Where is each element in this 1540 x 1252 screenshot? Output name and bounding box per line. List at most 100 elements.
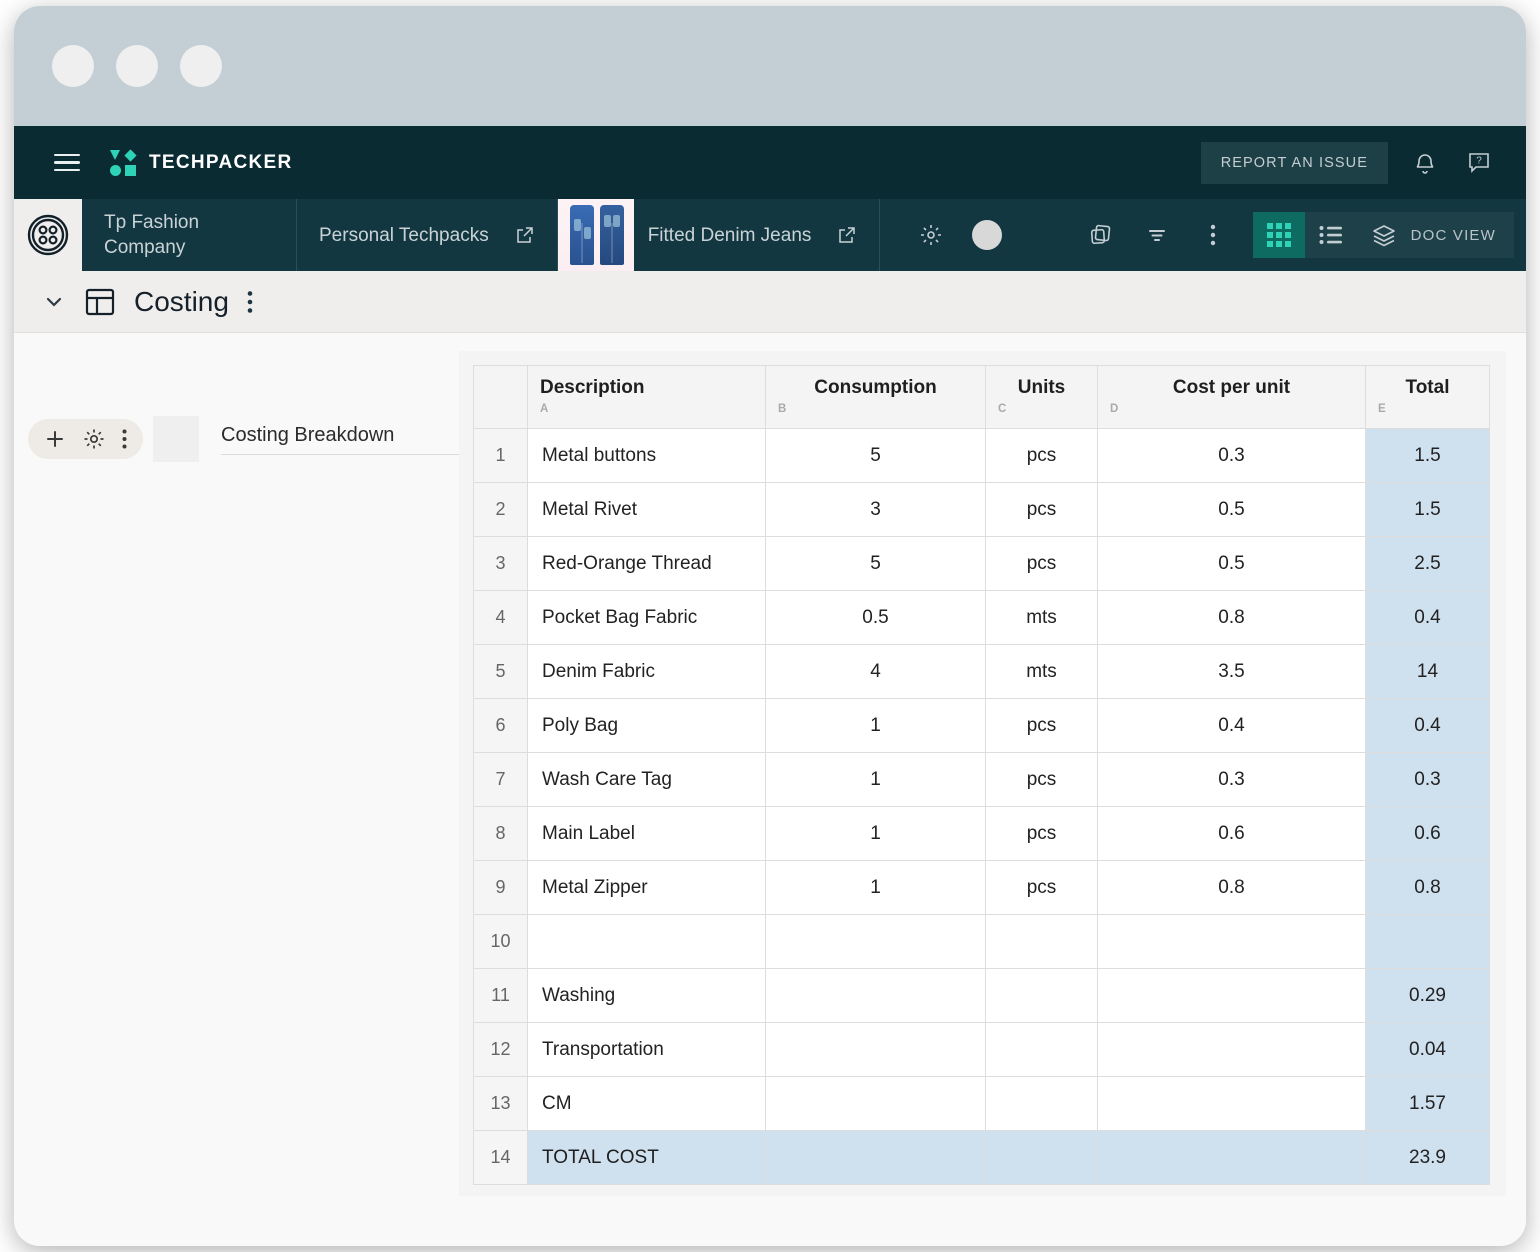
table-row[interactable]: 14 TOTAL COST 23.9	[473, 1130, 1490, 1185]
cell-cost-per-unit[interactable]	[1097, 968, 1366, 1023]
cell-units[interactable]: pcs	[985, 860, 1098, 915]
cell-consumption[interactable]: 1	[765, 860, 986, 915]
cell-total[interactable]: 23.9	[1365, 1130, 1490, 1185]
board-layout-icon[interactable]	[84, 286, 116, 318]
cell-cost-per-unit[interactable]: 0.6	[1097, 806, 1366, 861]
layers-icon[interactable]	[1357, 212, 1411, 258]
list-view-icon[interactable]	[1305, 212, 1357, 258]
chevron-down-icon[interactable]	[42, 290, 66, 314]
cell-units[interactable]: pcs	[985, 752, 1098, 807]
breadcrumb-item-company[interactable]: Tp Fashion Company	[82, 199, 297, 271]
cell-total[interactable]: 0.4	[1365, 590, 1490, 645]
table-row[interactable]: 12 Transportation 0.04	[473, 1022, 1490, 1077]
cell-description[interactable]: Pocket Bag Fabric	[527, 590, 766, 645]
cell-description[interactable]: Metal Rivet	[527, 482, 766, 537]
cell-total[interactable]: 0.29	[1365, 968, 1490, 1023]
cell-description[interactable]: Main Label	[527, 806, 766, 861]
cell-cost-per-unit[interactable]: 0.5	[1097, 536, 1366, 591]
cell-cost-per-unit[interactable]: 0.5	[1097, 482, 1366, 537]
cell-units[interactable]: pcs	[985, 806, 1098, 861]
breadcrumb-item-techpacks[interactable]: Personal Techpacks	[297, 199, 558, 271]
table-row[interactable]: 4 Pocket Bag Fabric 0.5 mts 0.8 0.4	[473, 590, 1490, 645]
cell-units[interactable]: pcs	[985, 482, 1098, 537]
column-header[interactable]: Cost per unit D	[1097, 365, 1366, 429]
grid-view-icon[interactable]	[1252, 212, 1305, 258]
doc-view-label[interactable]: DOC VIEW	[1411, 227, 1514, 244]
cell-consumption[interactable]	[765, 1022, 986, 1077]
column-header[interactable]: Total E	[1365, 365, 1490, 429]
column-header[interactable]: Units C	[985, 365, 1098, 429]
bell-icon[interactable]	[1408, 146, 1442, 180]
cell-description[interactable]: Metal buttons	[527, 428, 766, 483]
help-icon[interactable]: ?	[1462, 146, 1496, 180]
cell-cost-per-unit[interactable]: 0.3	[1097, 428, 1366, 483]
report-an-issue-button[interactable]: REPORT AN ISSUE	[1200, 141, 1388, 184]
table-row[interactable]: 11 Washing 0.29	[473, 968, 1490, 1023]
cell-units[interactable]	[985, 1022, 1098, 1077]
button-icon[interactable]	[14, 199, 82, 271]
filter-icon[interactable]	[1129, 199, 1185, 271]
card-title-field[interactable]: Costing Breakdown	[221, 424, 469, 455]
cell-units[interactable]: pcs	[985, 536, 1098, 591]
cell-description[interactable]: CM	[527, 1076, 766, 1131]
cell-description[interactable]: Metal Zipper	[527, 860, 766, 915]
cell-cost-per-unit[interactable]: 0.3	[1097, 752, 1366, 807]
cell-units[interactable]: mts	[985, 590, 1098, 645]
cell-cost-per-unit[interactable]: 3.5	[1097, 644, 1366, 699]
cell-cost-per-unit[interactable]	[1097, 1022, 1366, 1077]
cell-cost-per-unit[interactable]	[1097, 1076, 1366, 1131]
cell-units[interactable]: pcs	[985, 698, 1098, 753]
table-row[interactable]: 7 Wash Care Tag 1 pcs 0.3 0.3	[473, 752, 1490, 807]
table-row[interactable]: 3 Red-Orange Thread 5 pcs 0.5 2.5	[473, 536, 1490, 591]
cell-units[interactable]	[985, 1130, 1098, 1185]
window-maximize-button[interactable]	[180, 45, 222, 87]
cell-description[interactable]: Red-Orange Thread	[527, 536, 766, 591]
avatar[interactable]	[959, 199, 1015, 271]
cell-consumption[interactable]: 5	[765, 536, 986, 591]
cell-total[interactable]: 1.5	[1365, 482, 1490, 537]
section-more-options-icon[interactable]	[247, 290, 253, 314]
cell-consumption[interactable]: 0.5	[765, 590, 986, 645]
cell-units[interactable]: mts	[985, 644, 1098, 699]
cell-units[interactable]: pcs	[985, 428, 1098, 483]
cell-units[interactable]	[985, 1076, 1098, 1131]
table-row[interactable]: 8 Main Label 1 pcs 0.6 0.6	[473, 806, 1490, 861]
cell-description[interactable]: Transportation	[527, 1022, 766, 1077]
cell-description[interactable]: Poly Bag	[527, 698, 766, 753]
cell-cost-per-unit[interactable]	[1097, 1130, 1366, 1185]
cell-consumption[interactable]	[765, 914, 986, 969]
hamburger-icon[interactable]	[54, 153, 80, 172]
plus-icon[interactable]	[44, 428, 66, 450]
cell-total[interactable]: 1.57	[1365, 1076, 1490, 1131]
cell-total[interactable]: 0.6	[1365, 806, 1490, 861]
table-row[interactable]: 1 Metal buttons 5 pcs 0.3 1.5	[473, 428, 1490, 483]
cell-total[interactable]: 14	[1365, 644, 1490, 699]
table-row[interactable]: 5 Denim Fabric 4 mts 3.5 14	[473, 644, 1490, 699]
column-header[interactable]: Consumption B	[765, 365, 986, 429]
cell-consumption[interactable]	[765, 1130, 986, 1185]
more-options-icon[interactable]	[1185, 199, 1241, 271]
window-minimize-button[interactable]	[116, 45, 158, 87]
column-header[interactable]: Description A	[527, 365, 766, 429]
cell-total[interactable]: 0.4	[1365, 698, 1490, 753]
cell-consumption[interactable]	[765, 968, 986, 1023]
gear-icon[interactable]	[82, 427, 106, 451]
cell-total[interactable]: 2.5	[1365, 536, 1490, 591]
cell-total[interactable]: 0.04	[1365, 1022, 1490, 1077]
cell-cost-per-unit[interactable]: 0.4	[1097, 698, 1366, 753]
table-row[interactable]: 10	[473, 914, 1490, 969]
card-more-options-icon[interactable]	[122, 429, 127, 449]
cell-units[interactable]	[985, 914, 1098, 969]
brand-logo[interactable]: TECHPACKER	[110, 148, 293, 176]
cell-total[interactable]: 0.8	[1365, 860, 1490, 915]
external-link-icon[interactable]	[515, 225, 535, 245]
breadcrumb-item-product[interactable]: Fitted Denim Jeans	[557, 199, 881, 271]
window-close-button[interactable]	[52, 45, 94, 87]
cell-consumption[interactable]: 1	[765, 752, 986, 807]
cell-consumption[interactable]: 1	[765, 806, 986, 861]
cell-consumption[interactable]: 5	[765, 428, 986, 483]
cell-cost-per-unit[interactable]: 0.8	[1097, 860, 1366, 915]
cell-description[interactable]: Washing	[527, 968, 766, 1023]
costing-breakdown-card[interactable]: Costing Breakdown	[28, 416, 469, 462]
table-row[interactable]: 9 Metal Zipper 1 pcs 0.8 0.8	[473, 860, 1490, 915]
